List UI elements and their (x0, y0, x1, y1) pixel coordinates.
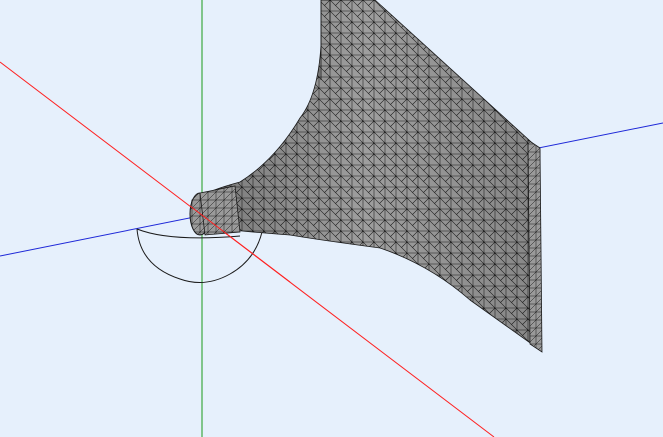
horn-throat-neck (199, 185, 241, 236)
horn-mesh-model[interactable] (189, 0, 543, 353)
3d-viewport[interactable] (0, 0, 663, 437)
rotation-indicator-arc (136, 228, 263, 284)
horn-rear-plate (527, 139, 543, 353)
horn-shading (191, 0, 540, 350)
scene-canvas[interactable] (0, 0, 663, 437)
